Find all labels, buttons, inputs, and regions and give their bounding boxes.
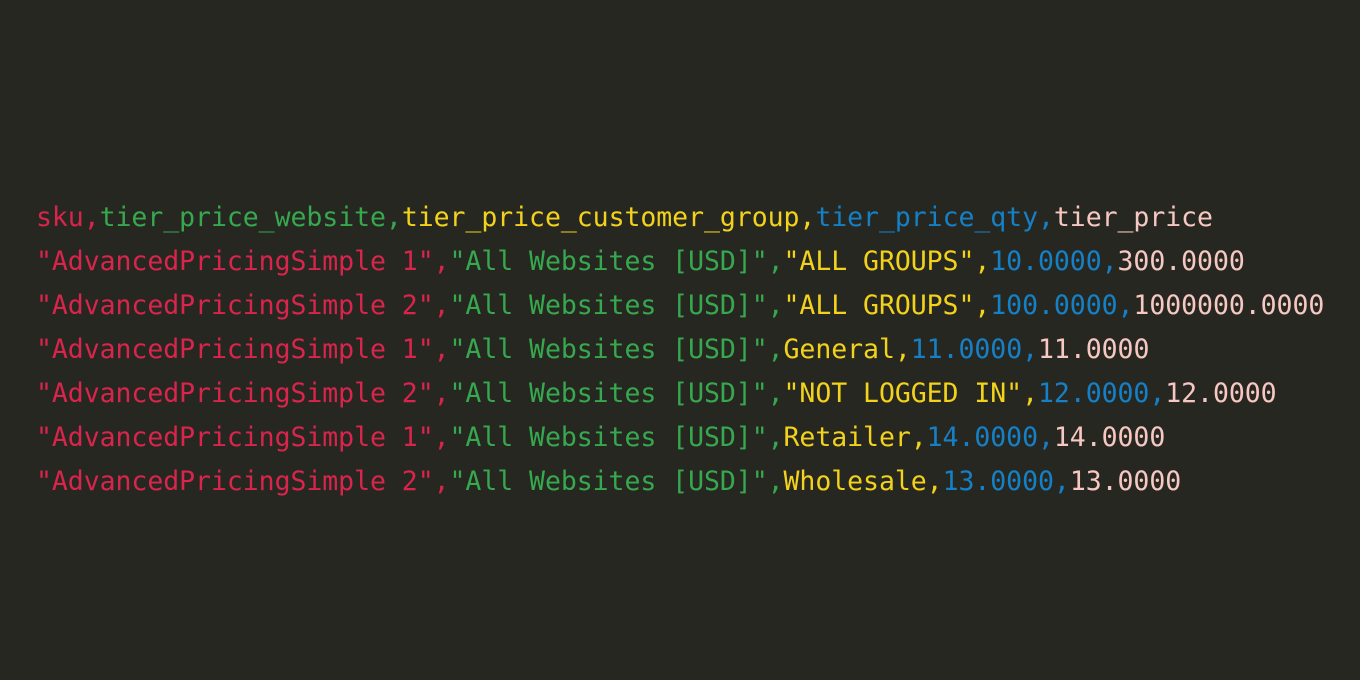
header-price: tier_price [1053, 202, 1213, 233]
csv-row: "AdvancedPricingSimple 1","All Websites … [36, 328, 1324, 372]
header-website: tier_price_website, [99, 202, 402, 233]
row-price: 300.0000 [1117, 246, 1245, 277]
row-price: 1000000.0000 [1133, 290, 1325, 321]
row-qty: 100.0000, [990, 290, 1134, 321]
row-qty: 14.0000, [926, 422, 1054, 453]
row-website: "All Websites [USD]", [449, 466, 784, 497]
csv-row: "AdvancedPricingSimple 2","All Websites … [36, 284, 1324, 328]
row-website: "All Websites [USD]", [449, 246, 784, 277]
row-customer-group: Retailer, [783, 422, 927, 453]
csv-row: "AdvancedPricingSimple 1","All Websites … [36, 240, 1324, 284]
row-price: 11.0000 [1038, 334, 1150, 365]
row-customer-group: "ALL GROUPS", [783, 290, 991, 321]
row-sku: "AdvancedPricingSimple 2", [36, 378, 450, 409]
row-website: "All Websites [USD]", [449, 334, 784, 365]
row-qty: 12.0000, [1038, 378, 1166, 409]
header-sku: sku, [36, 202, 100, 233]
row-price: 13.0000 [1069, 466, 1182, 497]
row-customer-group: "ALL GROUPS", [783, 246, 991, 277]
row-qty: 13.0000, [942, 466, 1070, 497]
row-sku: "AdvancedPricingSimple 1", [36, 334, 450, 365]
row-customer-group: General, [783, 334, 911, 365]
row-customer-group: "NOT LOGGED IN", [783, 378, 1039, 409]
row-sku: "AdvancedPricingSimple 2", [36, 290, 450, 321]
csv-row: "AdvancedPricingSimple 2","All Websites … [36, 372, 1324, 416]
row-sku: "AdvancedPricingSimple 1", [36, 246, 450, 277]
row-qty: 10.0000, [990, 246, 1118, 277]
row-qty: 11.0000, [910, 334, 1039, 365]
csv-header-line: sku,tier_price_website,tier_price_custom… [36, 196, 1324, 240]
header-qty: tier_price_qty, [815, 202, 1054, 233]
row-website: "All Websites [USD]", [449, 422, 784, 453]
row-sku: "AdvancedPricingSimple 2", [36, 466, 450, 497]
csv-row: "AdvancedPricingSimple 2","All Websites … [36, 460, 1324, 504]
row-customer-group: Wholesale, [783, 466, 943, 497]
row-price: 14.0000 [1053, 422, 1166, 453]
csv-row: "AdvancedPricingSimple 1","All Websites … [36, 416, 1324, 460]
header-customer-group: tier_price_customer_group, [401, 202, 816, 233]
row-sku: "AdvancedPricingSimple 1", [36, 422, 450, 453]
csv-code-block: sku,tier_price_website,tier_price_custom… [36, 196, 1324, 504]
row-website: "All Websites [USD]", [449, 290, 784, 321]
row-website: "All Websites [USD]", [449, 378, 784, 409]
row-price: 12.0000 [1165, 378, 1277, 409]
